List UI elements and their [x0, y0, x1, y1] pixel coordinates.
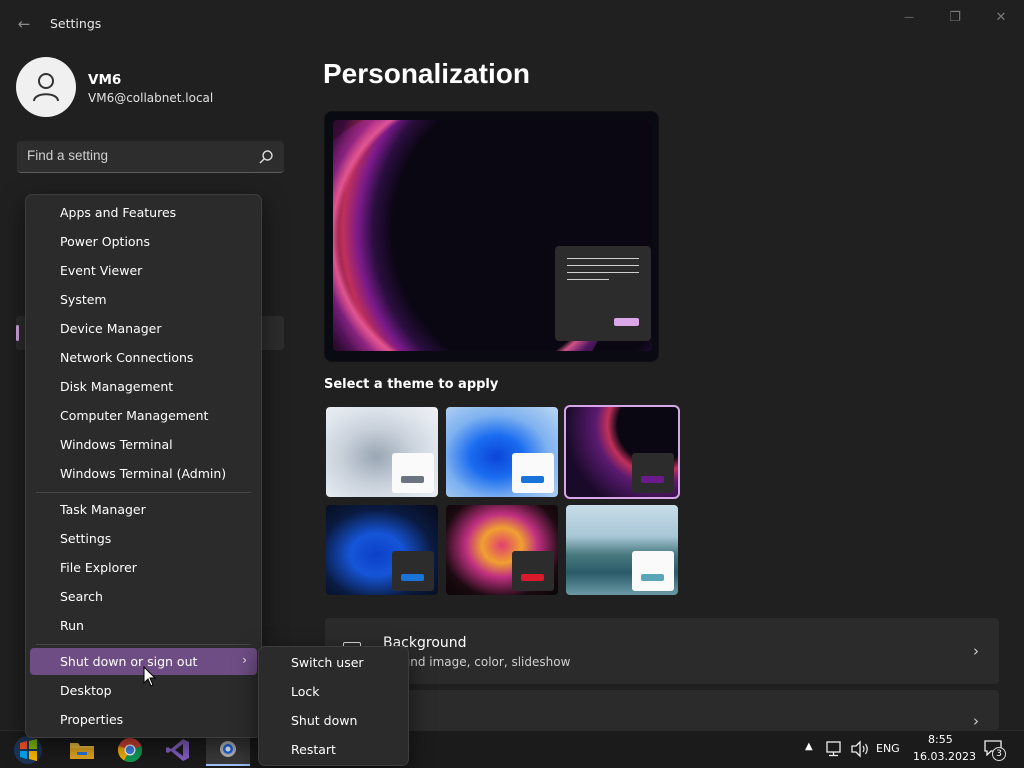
theme-preview: [324, 111, 659, 362]
volume-icon[interactable]: [850, 740, 870, 758]
app-title: Settings: [50, 16, 102, 31]
menu-item-windows-terminal[interactable]: Windows Terminal: [30, 431, 257, 458]
menu-item-label: Shut down or sign out: [60, 654, 198, 669]
theme-accent: [521, 476, 544, 483]
winx-context-menu: Apps and Features Power Options Event Vi…: [25, 194, 262, 738]
clock-date[interactable]: 16.03.2023: [913, 750, 976, 763]
maximize-button[interactable]: ❐: [932, 4, 978, 30]
card-subtitle: ground image, color, slideshow: [383, 655, 571, 669]
theme-accent: [641, 476, 664, 483]
theme-thumbnail[interactable]: [326, 505, 438, 595]
theme-accent: [401, 574, 424, 581]
avatar[interactable]: [16, 57, 76, 117]
preview-line: [567, 265, 639, 266]
close-button[interactable]: ✕: [978, 4, 1024, 30]
theme-accent: [401, 476, 424, 483]
restore-icon: ❐: [949, 9, 961, 25]
settings-window: ← Settings — ❐ ✕ VM6 VM6@collabnet.local…: [0, 0, 1024, 768]
minimize-icon: —: [904, 11, 914, 23]
menu-separator: [36, 644, 251, 645]
theme-accent: [521, 574, 544, 581]
clock-time[interactable]: 8:55: [928, 733, 953, 746]
preview-wallpaper: [333, 120, 652, 351]
action-center-button[interactable]: 3: [984, 740, 1006, 761]
search-box[interactable]: [17, 141, 284, 173]
user-icon: [33, 73, 59, 102]
chrome-icon: [118, 738, 142, 762]
search-icon[interactable]: [258, 149, 274, 165]
search-input[interactable]: [27, 148, 247, 163]
theme-thumbnail[interactable]: [566, 505, 678, 595]
menu-separator: [36, 492, 251, 493]
submenu-item-restart[interactable]: Restart: [263, 736, 404, 763]
preview-window: [555, 246, 651, 341]
settings-gear-icon: [220, 741, 236, 757]
back-button[interactable]: ←: [10, 12, 38, 36]
theme-window: [632, 453, 674, 493]
background-setting-card[interactable]: Background ground image, color, slidesho…: [325, 618, 999, 684]
theme-window: [392, 453, 434, 493]
menu-item-disk-management[interactable]: Disk Management: [30, 373, 257, 400]
menu-item-search[interactable]: Search: [30, 583, 257, 610]
start-button[interactable]: [6, 734, 50, 766]
preview-accent-button: [614, 318, 639, 326]
chevron-right-icon: ›: [973, 712, 979, 730]
taskbar-chrome[interactable]: [110, 734, 150, 766]
minimize-button[interactable]: —: [886, 4, 932, 30]
shutdown-submenu: Switch user Lock Shut down Restart: [258, 646, 409, 766]
theme-thumbnail[interactable]: [326, 407, 438, 497]
theme-window: [392, 551, 434, 591]
mouse-cursor-icon: [143, 666, 157, 687]
menu-item-apps-and-features[interactable]: Apps and Features: [30, 199, 257, 226]
menu-item-network-connections[interactable]: Network Connections: [30, 344, 257, 371]
submenu-item-switch-user[interactable]: Switch user: [263, 649, 404, 676]
nav-selection-indicator: [16, 325, 19, 341]
preview-line: [567, 258, 639, 259]
windows-logo-icon: [14, 736, 42, 764]
menu-item-device-manager[interactable]: Device Manager: [30, 315, 257, 342]
preview-line: [567, 272, 639, 273]
user-name: VM6: [88, 72, 122, 88]
theme-window: [632, 551, 674, 591]
submenu-item-lock[interactable]: Lock: [263, 678, 404, 705]
theme-thumbnail[interactable]: [446, 505, 558, 595]
theme-thumbnail-selected[interactable]: [564, 405, 680, 499]
visual-studio-icon: [166, 739, 189, 761]
chevron-right-icon: ›: [973, 642, 979, 660]
notification-count-badge: 3: [992, 747, 1006, 761]
taskbar-settings[interactable]: [206, 734, 250, 766]
menu-item-power-options[interactable]: Power Options: [30, 228, 257, 255]
network-icon[interactable]: [825, 740, 843, 758]
taskbar-visual-studio[interactable]: [158, 734, 198, 766]
theme-accent: [641, 574, 664, 581]
theme-thumbnail[interactable]: [446, 407, 558, 497]
submenu-item-shut-down[interactable]: Shut down: [263, 707, 404, 734]
language-indicator[interactable]: ENG: [876, 742, 900, 755]
menu-item-event-viewer[interactable]: Event Viewer: [30, 257, 257, 284]
folder-icon: [70, 743, 94, 759]
preview-line: [567, 279, 609, 280]
colors-setting-card[interactable]: ors ›: [325, 690, 999, 730]
menu-item-settings[interactable]: Settings: [30, 525, 257, 552]
menu-item-file-explorer[interactable]: File Explorer: [30, 554, 257, 581]
user-email: VM6@collabnet.local: [88, 91, 214, 105]
back-arrow-icon: ←: [17, 15, 31, 33]
menu-item-run[interactable]: Run: [30, 612, 257, 639]
theme-window: [512, 453, 554, 493]
chevron-right-icon: ›: [242, 653, 247, 667]
taskbar-file-explorer[interactable]: [62, 734, 102, 766]
close-icon: ✕: [995, 9, 1007, 25]
menu-item-computer-management[interactable]: Computer Management: [30, 402, 257, 429]
menu-item-properties[interactable]: Properties: [30, 706, 257, 733]
menu-item-system[interactable]: System: [30, 286, 257, 313]
show-hidden-icons-chevron-icon[interactable]: ▲: [805, 741, 813, 752]
menu-item-task-manager[interactable]: Task Manager: [30, 496, 257, 523]
themes-heading: Select a theme to apply: [324, 377, 499, 392]
page-title: Personalization: [323, 58, 530, 89]
theme-window: [512, 551, 554, 591]
menu-item-windows-terminal-admin[interactable]: Windows Terminal (Admin): [30, 460, 257, 487]
title-bar: ← Settings — ❐ ✕: [0, 0, 1024, 48]
